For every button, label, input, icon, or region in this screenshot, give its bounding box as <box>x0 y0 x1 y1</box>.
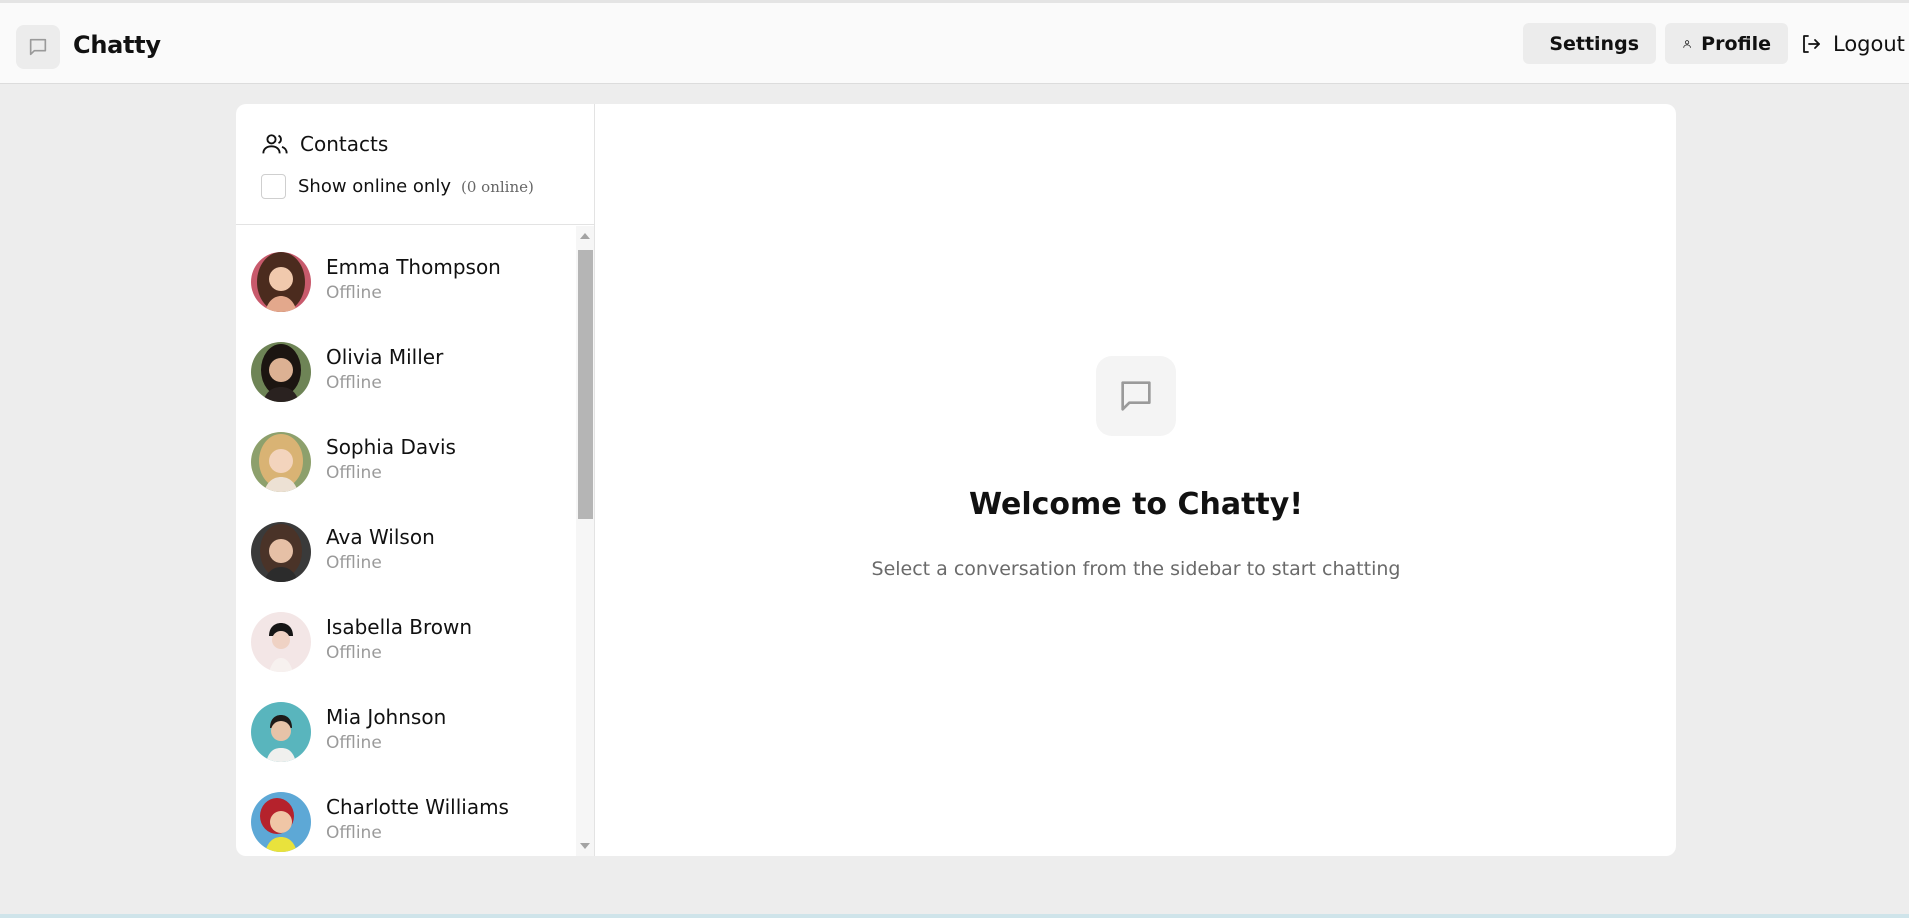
avatar <box>251 702 311 762</box>
welcome-subtitle: Select a conversation from the sidebar t… <box>871 558 1401 580</box>
avatar <box>251 612 311 672</box>
app-title: Chatty <box>73 31 161 59</box>
settings-button[interactable]: Settings <box>1523 23 1656 64</box>
message-square-icon <box>29 38 47 56</box>
contact-status: Offline <box>326 643 382 663</box>
user-icon <box>1683 39 1691 48</box>
welcome-icon-box <box>1096 356 1176 436</box>
scroll-down-arrow-icon[interactable] <box>580 843 590 849</box>
contact-item[interactable]: Mia Johnson Offline <box>236 687 576 777</box>
welcome-title: Welcome to Chatty! <box>968 487 1304 522</box>
bottom-edge <box>0 914 1909 918</box>
profile-label: Profile <box>1701 32 1771 55</box>
contact-status: Offline <box>326 373 382 393</box>
contact-name: Emma Thompson <box>326 255 501 279</box>
sidebar-header: Contacts Show online only (0 online) <box>236 104 594 225</box>
contact-name: Charlotte Williams <box>326 795 509 819</box>
avatar <box>251 432 311 492</box>
contact-status: Offline <box>326 463 382 483</box>
contact-list: Emma Thompson Offline Olivia Miller Offl… <box>236 226 576 856</box>
contact-item[interactable]: Isabella Brown Offline <box>236 597 576 687</box>
message-square-icon <box>1121 381 1151 411</box>
avatar <box>251 252 311 312</box>
logout-label: Logout <box>1833 31 1905 56</box>
contact-item[interactable]: Ava Wilson Offline <box>236 507 576 597</box>
contact-list-scrollbar[interactable] <box>576 226 594 856</box>
contact-item[interactable]: Sophia Davis Offline <box>236 417 576 507</box>
contact-item[interactable]: Charlotte Williams Offline <box>236 777 576 856</box>
contact-status: Offline <box>326 283 382 303</box>
profile-button[interactable]: Profile <box>1665 23 1788 64</box>
logo[interactable] <box>16 25 60 69</box>
show-online-label[interactable]: Show online only <box>298 176 451 197</box>
users-icon <box>262 134 288 154</box>
avatar <box>251 792 311 852</box>
show-online-checkbox[interactable] <box>261 174 286 199</box>
contact-item[interactable]: Emma Thompson Offline <box>236 237 576 327</box>
contact-name: Mia Johnson <box>326 705 447 729</box>
settings-label: Settings <box>1549 32 1639 55</box>
scroll-up-arrow-icon[interactable] <box>580 233 590 239</box>
online-count: (0 online) <box>461 177 534 196</box>
avatar <box>251 522 311 582</box>
logout-icon <box>1803 34 1820 53</box>
contact-status: Offline <box>326 823 382 843</box>
logout-button[interactable]: Logout <box>1799 23 1905 64</box>
navbar: Chatty Settings Profile Logout <box>0 3 1909 84</box>
contacts-sidebar: Contacts Show online only (0 online) Emm… <box>236 104 595 856</box>
contact-name: Ava Wilson <box>326 525 435 549</box>
chat-container: Contacts Show online only (0 online) Emm… <box>236 104 1676 856</box>
online-filter: Show online only (0 online) <box>261 174 534 199</box>
contact-name: Isabella Brown <box>326 615 473 639</box>
contact-status: Offline <box>326 733 382 753</box>
contact-status: Offline <box>326 553 382 573</box>
avatar <box>251 342 311 402</box>
contacts-title: Contacts <box>300 132 389 156</box>
contact-name: Olivia Miller <box>326 345 444 369</box>
contacts-heading: Contacts <box>261 130 388 158</box>
contact-name: Sophia Davis <box>326 435 456 459</box>
scroll-thumb[interactable] <box>578 250 593 519</box>
contact-item[interactable]: Olivia Miller Offline <box>236 327 576 417</box>
